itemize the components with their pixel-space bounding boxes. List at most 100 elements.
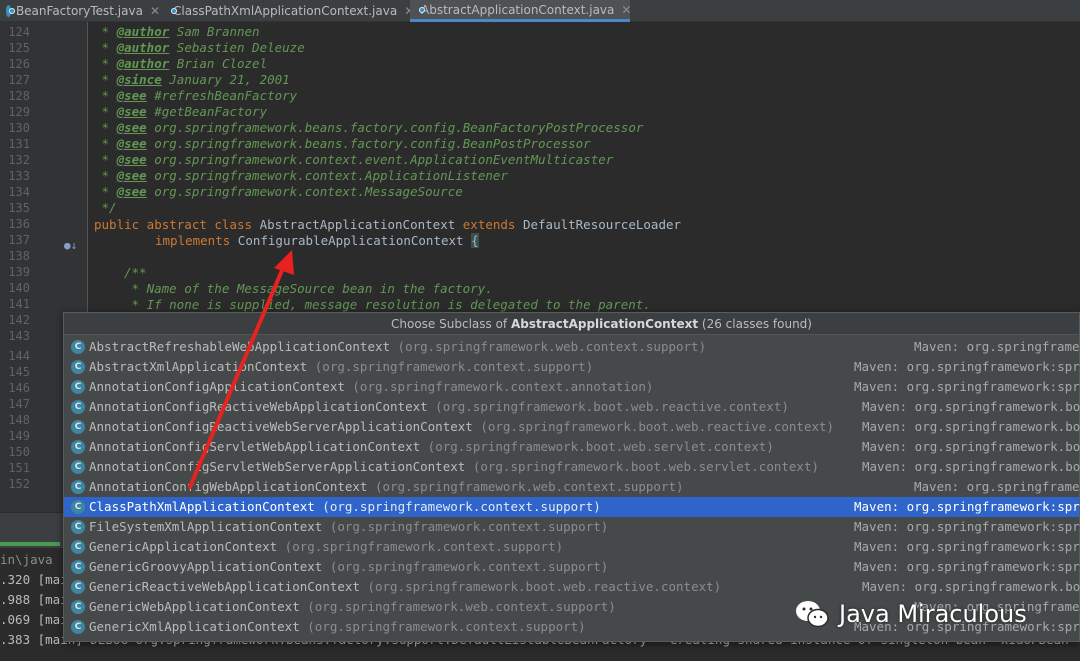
line-number: 150: [8, 445, 30, 459]
subclass-item[interactable]: C AbstractRefreshableWebApplicationContex…: [64, 337, 1080, 357]
class-icon: C: [71, 420, 85, 434]
subclass-item[interactable]: C AnnotationConfigReactiveWebApplicationC…: [64, 397, 1080, 417]
console-line: .069 [mai: [0, 612, 68, 627]
subclass-item[interactable]: C GenericGroovyApplicationContext (org.sp…: [64, 557, 1080, 577]
line-number: 143: [8, 329, 30, 343]
line-number: 139: [8, 265, 30, 279]
line-number: 137: [8, 233, 30, 247]
line-number: 146: [8, 381, 30, 395]
subclass-name: AbstractXmlApplicationContext (org.sprin…: [89, 359, 594, 374]
line-number: 129: [8, 105, 30, 119]
maven-source: Maven: org.springframework.bo: [862, 399, 1080, 414]
code-line: */: [94, 200, 117, 215]
close-icon[interactable]: ✕: [150, 4, 160, 18]
class-icon: C: [71, 380, 85, 394]
subclass-item[interactable]: C FileSystemXmlApplicationContext (org.sp…: [64, 517, 1080, 537]
subclass-name: AnnotationConfigReactiveWebServerApplica…: [89, 419, 835, 434]
close-icon[interactable]: ✕: [621, 3, 631, 17]
line-number: 149: [8, 429, 30, 443]
class-declaration-line: public abstract class AbstractApplicatio…: [94, 217, 682, 232]
line-number: 133: [8, 169, 30, 183]
subclass-item[interactable]: C AnnotationConfigServletWebServerApplica…: [64, 457, 1080, 477]
subclass-item[interactable]: C AnnotationConfigApplicationContext (org…: [64, 377, 1080, 397]
subclass-item[interactable]: C GenericApplicationContext (org.springfr…: [64, 537, 1080, 557]
line-number: 125: [8, 41, 30, 55]
code-line: * @see org.springframework.beans.factory…: [94, 136, 591, 151]
editor-tab-bar: BeanFactoryTest.java ✕ ClassPathXmlAppli…: [0, 0, 1080, 22]
line-number: 135: [8, 201, 30, 215]
line-number: 128: [8, 89, 30, 103]
maven-source: Maven: org.springframework:spr: [854, 539, 1080, 554]
line-number: 148: [8, 413, 30, 427]
subclass-name: AbstractRefreshableWebApplicationContext…: [89, 339, 707, 354]
watermark-text: Java Miraculous: [839, 600, 1027, 628]
subclass-name: GenericApplicationContext (org.springfra…: [89, 539, 564, 554]
subclass-item[interactable]: C AnnotationConfigServletWebApplicationCo…: [64, 437, 1080, 457]
code-line: * @see #getBeanFactory: [94, 104, 268, 119]
line-number: 126: [8, 57, 30, 71]
line-number: 145: [8, 365, 30, 379]
maven-source: Maven: org.springframework:spr: [854, 559, 1080, 574]
subclass-item[interactable]: C AbstractXmlApplicationContext (org.spri…: [64, 357, 1080, 377]
maven-source: Maven: org.springframe: [914, 479, 1080, 494]
java-class-icon: [6, 5, 15, 17]
maven-source: Maven: org.springframe: [914, 339, 1080, 354]
tab-label: ClassPathXmlApplicationContext.java: [173, 4, 398, 18]
console-line: .320 [mai: [0, 572, 68, 587]
subclass-name: AnnotationConfigApplicationContext (org.…: [89, 379, 654, 394]
class-icon: C: [71, 540, 85, 554]
line-number: 147: [8, 397, 30, 411]
class-icon: C: [71, 520, 85, 534]
tab-classpathxmlapplicationcontext[interactable]: ClassPathXmlApplicationContext.java ✕: [162, 0, 414, 22]
wechat-icon: [796, 601, 829, 628]
line-number: 134: [8, 185, 30, 199]
line-number: 141: [8, 297, 30, 311]
code-line: * @see org.springframework.context.Messa…: [94, 184, 463, 199]
line-number: 127: [8, 73, 30, 87]
subclass-name: FileSystemXmlApplicationContext (org.spr…: [89, 519, 609, 534]
tab-label: AbstractApplicationContext.java: [421, 2, 615, 17]
class-icon: C: [71, 480, 85, 494]
code-line: * @see org.springframework.beans.factory…: [94, 120, 644, 135]
class-icon: C: [71, 460, 85, 474]
code-line: * @author Brian Clozel: [94, 56, 268, 71]
subclass-item[interactable]: C GenericReactiveWebApplicationContext (o…: [64, 577, 1080, 597]
tab-label: BeanFactoryTest.java: [15, 4, 143, 18]
maven-source: Maven: org.springframework.bo: [862, 439, 1080, 454]
class-icon: C: [71, 560, 85, 574]
code-line: * @author Sam Brannen: [94, 24, 260, 39]
code-line: * @see #refreshBeanFactory: [94, 88, 298, 103]
maven-source: Maven: org.springframework.bo: [862, 419, 1080, 434]
subclass-item[interactable]: C ClassPathXmlApplicationContext (org.spr…: [64, 497, 1080, 517]
code-line: /**: [124, 265, 147, 280]
subclass-name: AnnotationConfigServletWebServerApplicat…: [89, 459, 820, 474]
line-number: 152: [8, 477, 30, 491]
line-number: 130: [8, 121, 30, 135]
maven-source: Maven: org.springframework:spr: [854, 359, 1080, 374]
subclass-name: AnnotationConfigWebApplicationContext (o…: [89, 479, 684, 494]
code-line: * @see org.springframework.context.event…: [94, 152, 614, 167]
popup-title: Choose Subclass of AbstractApplicationCo…: [64, 313, 1079, 335]
class-icon: C: [71, 440, 85, 454]
subclass-name: ClassPathXmlApplicationContext (org.spri…: [89, 499, 601, 514]
class-icon: C: [71, 600, 85, 614]
line-number: 131: [8, 137, 30, 151]
tab-abstractapplicationcontext[interactable]: AbstractApplicationContext.java ✕: [410, 0, 631, 22]
code-line: * @author Sebastien Deleuze: [94, 40, 305, 55]
subclass-item[interactable]: C AnnotationConfigWebApplicationContext (…: [64, 477, 1080, 497]
code-line: * @since January 21, 2001: [94, 72, 290, 87]
class-icon: C: [71, 340, 85, 354]
code-line: * If none is supplied, message resolutio…: [124, 297, 651, 312]
subclass-item[interactable]: C AnnotationConfigReactiveWebServerApplic…: [64, 417, 1080, 437]
implementation-gutter-icon[interactable]: ●↓: [64, 239, 78, 253]
console-path: in\java: [0, 552, 53, 567]
line-number: 140: [8, 281, 30, 295]
class-icon: C: [71, 580, 85, 594]
subclass-name: GenericXmlApplicationContext (org.spring…: [89, 619, 586, 634]
tab-beanfactorytest[interactable]: BeanFactoryTest.java ✕: [0, 0, 160, 22]
class-icon: C: [71, 400, 85, 414]
implements-line: implements ConfigurableApplicationContex…: [155, 233, 479, 248]
class-icon: C: [71, 360, 85, 374]
line-number: 144: [8, 349, 30, 363]
console-line: .988 [mai: [0, 592, 68, 607]
